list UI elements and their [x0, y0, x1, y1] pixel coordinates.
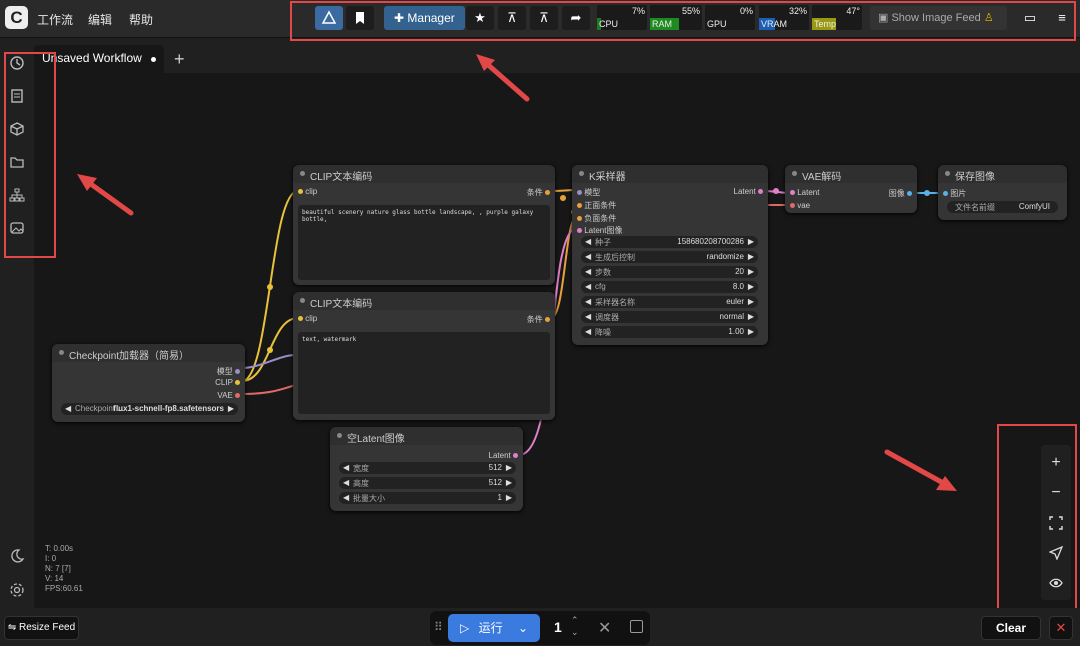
chevron-down-icon[interactable]: ⌄ — [518, 614, 528, 642]
resize-feed-label: Resize Feed — [19, 622, 76, 633]
queue-run-group: ⠿ ▷ 运行 ⌄ 1 ⌃ ⌄ ✕ — [430, 611, 650, 645]
run-label: 运行 — [478, 621, 503, 635]
run-button[interactable]: ▷ 运行 ⌄ — [448, 614, 540, 642]
close-x-icon[interactable]: ✕ — [1049, 616, 1073, 640]
clear-button[interactable]: Clear — [981, 616, 1041, 640]
drag-handle-icon[interactable]: ⠿ — [434, 620, 443, 634]
play-icon: ▷ — [460, 621, 470, 635]
stepper-icon[interactable]: ⌃ ⌄ — [571, 614, 579, 638]
stop-square-icon[interactable] — [630, 620, 643, 633]
annotation-arrows — [77, 54, 957, 491]
queue-count-input[interactable]: 1 — [554, 619, 562, 635]
resize-feed-button[interactable]: ⇋ Resize Feed — [4, 616, 79, 640]
sliders-icon: ⇋ — [7, 622, 17, 633]
cancel-x-icon[interactable]: ✕ — [598, 618, 611, 638]
bottom-bar: ⇋ Resize Feed ⠿ ▷ 运行 ⌄ 1 ⌃ ⌄ ✕ Clear ✕ — [0, 608, 1080, 646]
